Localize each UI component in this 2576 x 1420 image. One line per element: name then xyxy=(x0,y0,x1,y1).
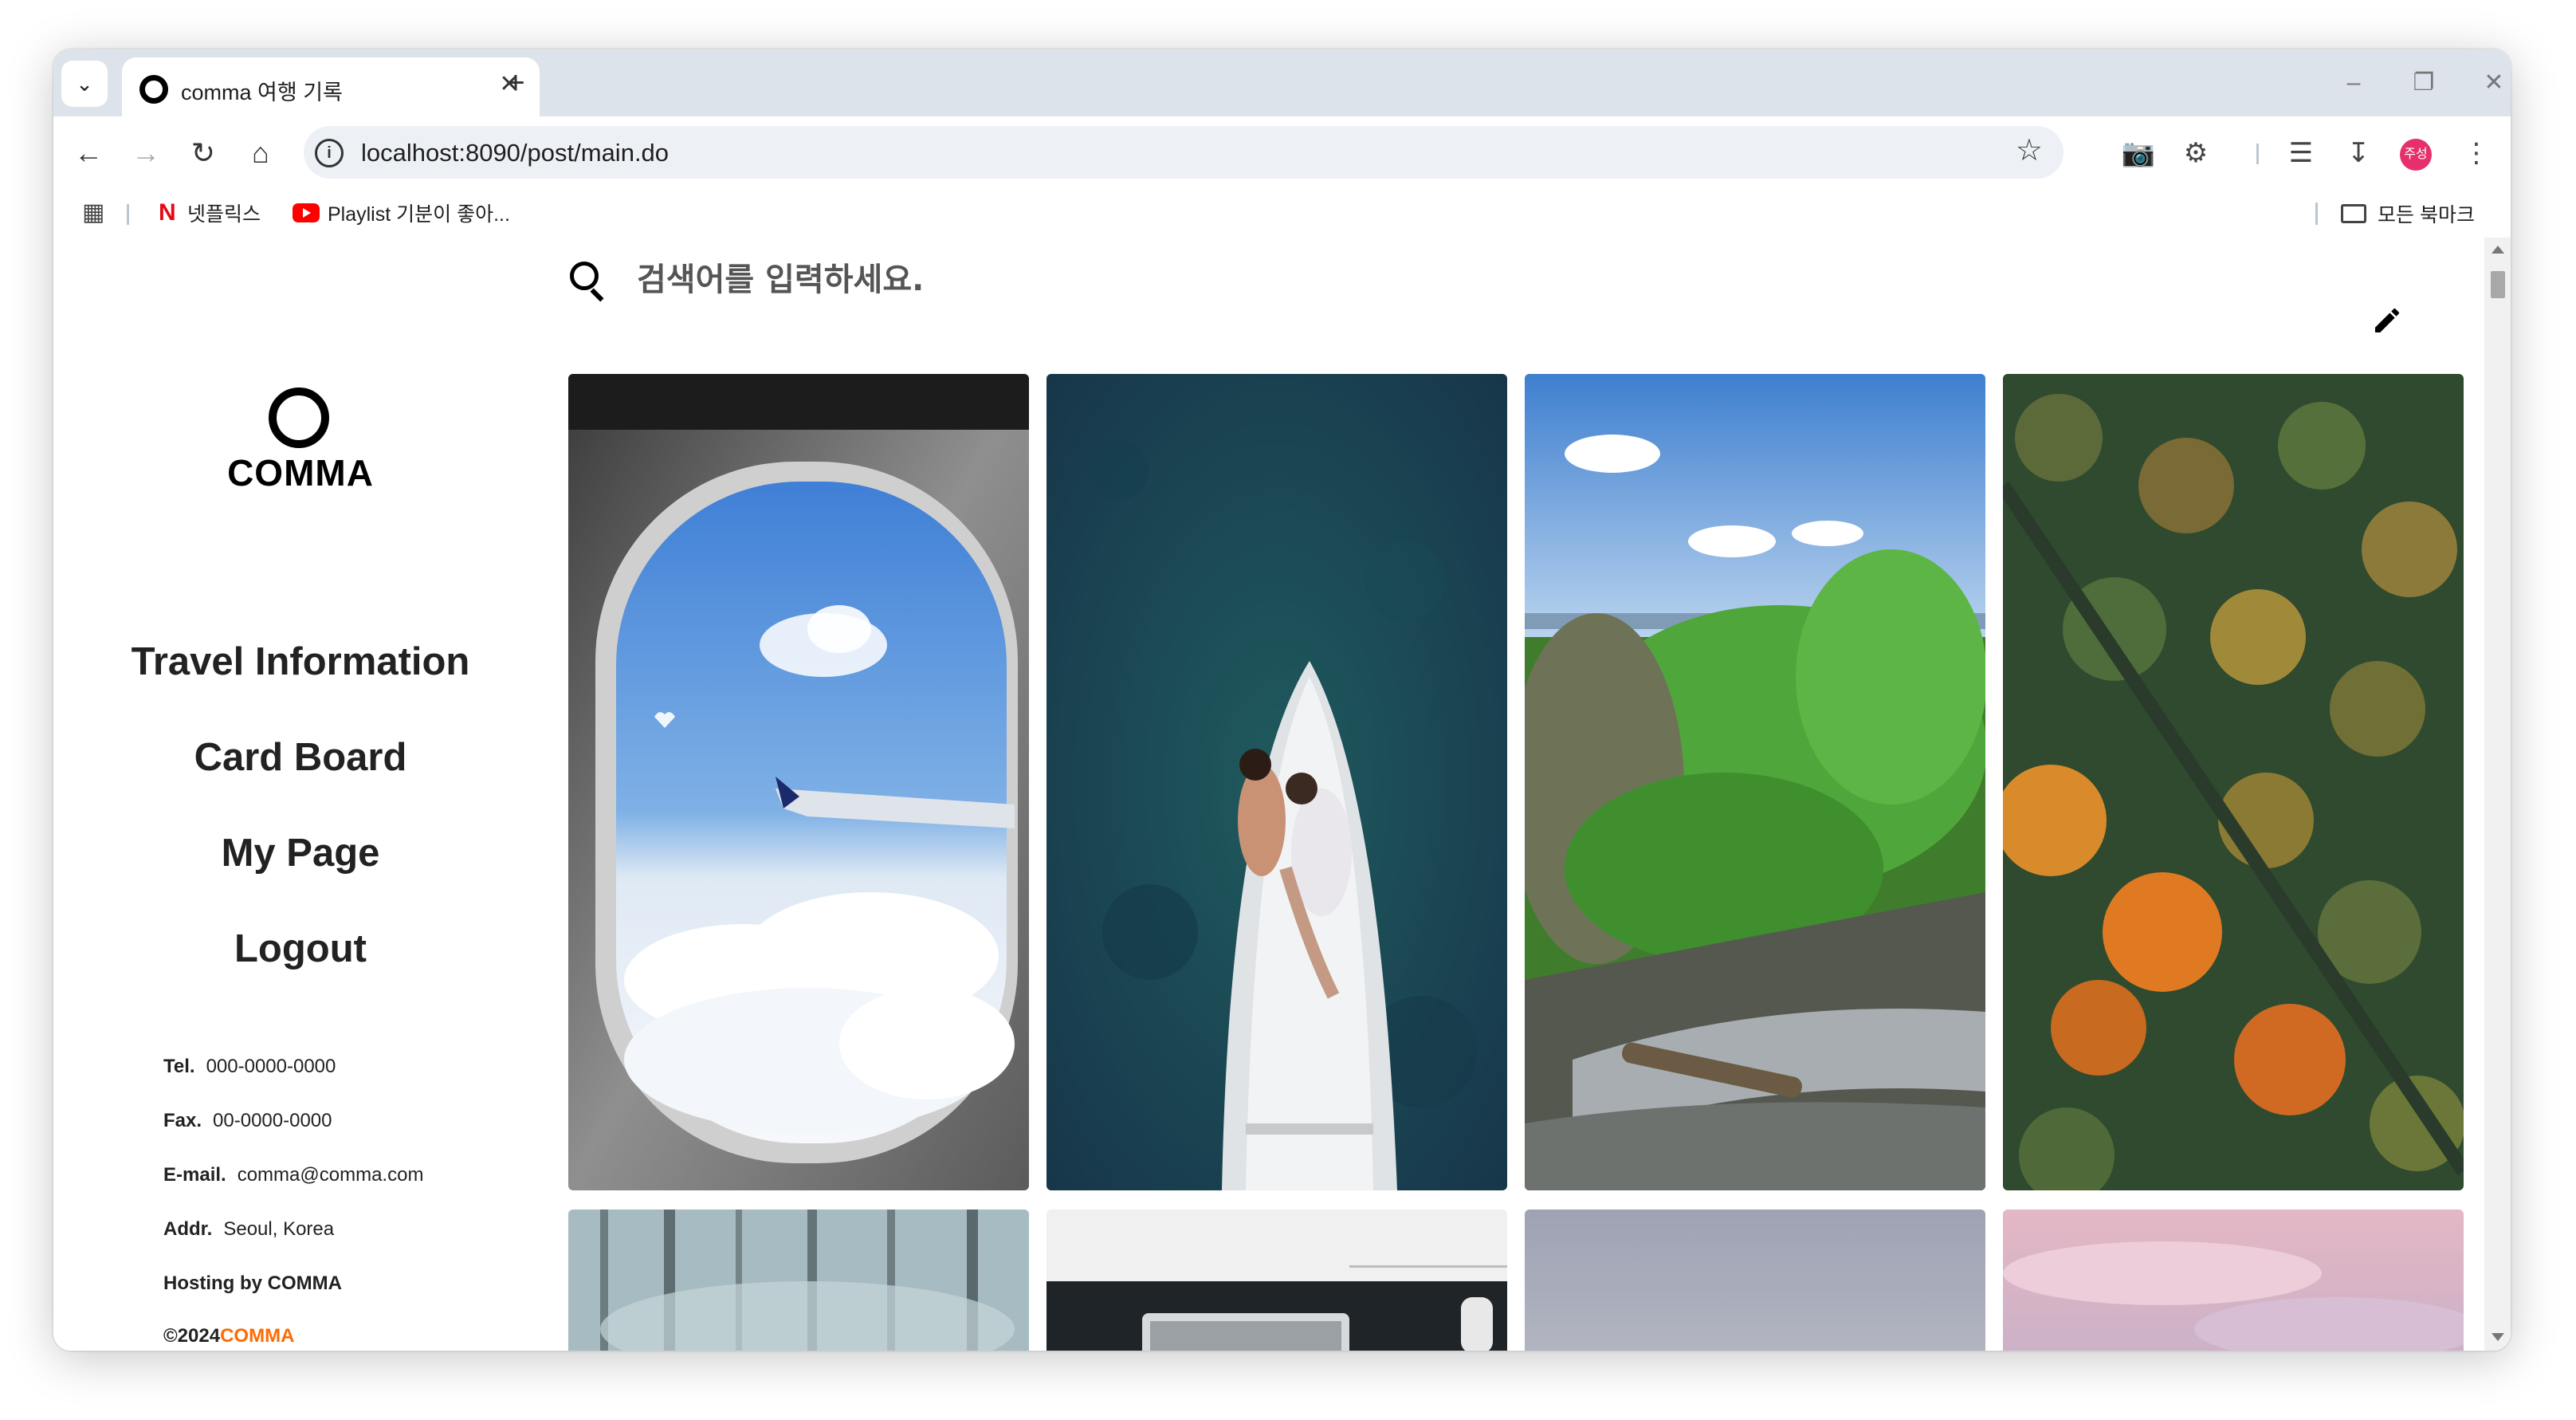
copyright-brand: COMMA xyxy=(220,1325,295,1347)
misty-forest-photo xyxy=(568,1210,1029,1351)
active-tab[interactable]: comma 여행 기록 ✕ xyxy=(122,57,540,116)
contact-value: comma@comma.com xyxy=(237,1164,424,1186)
contact-fax: Fax. 00-0000-0000 xyxy=(163,1110,332,1132)
browser-toolbar: ← → ↻ ⌂ i localhost:8090/post/main.do ☆ … xyxy=(53,116,2511,188)
hosting-credit: Hosting by COMMA xyxy=(163,1272,353,1295)
card-pink-clouds[interactable] xyxy=(2003,1210,2464,1351)
contact-tel: Tel. 000-0000-0000 xyxy=(163,1056,336,1078)
bookmark-label: Playlist 기분이 좋아... xyxy=(328,203,510,226)
extensions-puzzle-icon[interactable]: ⚙ xyxy=(2175,132,2217,174)
bookmarks-divider xyxy=(2315,203,2318,225)
nav-travel-information[interactable]: Travel Information xyxy=(53,639,548,684)
youtube-icon xyxy=(293,203,320,222)
profile-avatar[interactable]: 주성 xyxy=(2400,139,2432,171)
forward-arrow-icon[interactable]: → xyxy=(125,132,167,174)
card-airplane-window[interactable] xyxy=(568,374,1029,1190)
couple-on-boat-photo xyxy=(1046,374,1507,1190)
back-arrow-icon[interactable]: ← xyxy=(68,132,109,174)
contact-value: 000-0000-0000 xyxy=(206,1056,336,1077)
web-page: COMMA Travel Information Card Board My P… xyxy=(53,238,2483,1351)
card-forest-waterfall[interactable] xyxy=(1525,374,1985,1190)
download-icon[interactable]: ↧ xyxy=(2338,132,2379,174)
contact-value: 00-0000-0000 xyxy=(213,1110,332,1131)
new-tab-plus-icon[interactable]: + xyxy=(497,64,535,102)
nav-logout[interactable]: Logout xyxy=(53,926,548,971)
contact-key: Tel. xyxy=(163,1056,195,1077)
close-window-icon[interactable]: ✕ xyxy=(2470,62,2511,104)
all-bookmarks-folder[interactable]: 모든 북마크 xyxy=(2341,199,2475,228)
bookmark-youtube-playlist[interactable]: Playlist 기분이 좋아... xyxy=(293,199,510,226)
netflix-icon: N xyxy=(159,199,176,226)
restore-window-icon[interactable]: ❐ xyxy=(2400,62,2448,104)
all-bookmarks-label: 모든 북마크 xyxy=(2378,204,2475,226)
sidebar: COMMA Travel Information Card Board My P… xyxy=(53,238,548,1351)
autumn-forest-aerial-photo xyxy=(2003,374,2464,1190)
scroll-up-icon[interactable] xyxy=(2492,246,2504,254)
search-bar xyxy=(564,255,2429,311)
tab-search-chevron-icon[interactable]: ⌄ xyxy=(61,61,108,107)
keyboard-desk-photo xyxy=(1046,1210,1507,1351)
page-scrollbar[interactable] xyxy=(2484,238,2511,1351)
media-playlist-icon[interactable]: ☰ xyxy=(2280,132,2322,174)
hosting-label: Hosting by COMMA xyxy=(163,1272,342,1294)
grey-sky-photo xyxy=(1525,1210,1985,1351)
contact-key: E-mail. xyxy=(163,1164,226,1186)
scrollbar-thumb[interactable] xyxy=(2491,271,2505,298)
folder-icon xyxy=(2341,204,2366,223)
card-grid xyxy=(568,374,2470,1351)
contact-key: Fax. xyxy=(163,1110,202,1131)
tab-strip: ⌄ comma 여행 기록 ✕ + – ❐ ✕ xyxy=(53,49,2511,116)
nav-card-board[interactable]: Card Board xyxy=(53,735,548,780)
site-info-icon[interactable]: i xyxy=(315,139,344,167)
scroll-down-icon[interactable] xyxy=(2492,1333,2504,1341)
card-couple-on-boat[interactable] xyxy=(1046,374,1507,1190)
screenshot-camera-icon[interactable]: 📷 xyxy=(2118,132,2159,174)
search-input[interactable] xyxy=(635,255,1834,305)
browser-menu-icon[interactable]: ⋮ xyxy=(2456,132,2497,174)
bookmarks-divider xyxy=(127,204,129,225)
address-bar[interactable]: i localhost:8090/post/main.do ☆ xyxy=(304,126,2064,179)
reload-icon[interactable]: ↻ xyxy=(183,132,224,174)
nav-my-page[interactable]: My Page xyxy=(53,831,548,875)
url-text[interactable]: localhost:8090/post/main.do xyxy=(361,139,669,167)
bookmark-netflix[interactable]: N 넷플릭스 xyxy=(159,199,261,226)
contact-value: Seoul, Korea xyxy=(223,1218,335,1240)
tab-title: comma 여행 기록 xyxy=(181,81,343,104)
logo-text[interactable]: COMMA xyxy=(53,451,548,494)
comma-logo-icon[interactable] xyxy=(269,387,329,448)
bookmark-star-icon[interactable]: ☆ xyxy=(2016,132,2043,168)
browser-window: ⌄ comma 여행 기록 ✕ + – ❐ ✕ ← → ↻ ⌂ i localh… xyxy=(53,49,2511,1351)
bookmark-label: 넷플릭스 xyxy=(187,203,261,226)
toolbar-divider xyxy=(2256,144,2259,164)
forest-waterfall-photo xyxy=(1525,374,1985,1190)
card-keyboard-desk[interactable] xyxy=(1046,1210,1507,1351)
contact-email: E-mail. comma@comma.com xyxy=(163,1164,423,1186)
airplane-window-photo xyxy=(568,374,1029,1190)
copyright-year: ©2024 xyxy=(163,1325,221,1347)
write-post-pencil-icon[interactable] xyxy=(2371,305,2403,336)
search-icon[interactable] xyxy=(570,262,599,290)
minimize-window-icon[interactable]: – xyxy=(2330,62,2378,104)
comma-favicon-icon xyxy=(139,75,168,104)
copyright: ©2024COMMA xyxy=(163,1325,294,1347)
card-grey-sky[interactable] xyxy=(1525,1210,1985,1351)
apps-grid-icon[interactable]: ▦ xyxy=(82,201,106,225)
card-misty-forest[interactable] xyxy=(568,1210,1029,1351)
pink-clouds-photo xyxy=(2003,1210,2464,1351)
contact-address: Addr. Seoul, Korea xyxy=(163,1218,334,1241)
contact-key: Addr. xyxy=(163,1218,213,1240)
bookmarks-bar: ▦ N 넷플릭스 Playlist 기분이 좋아... 모든 북마크 xyxy=(53,188,2511,238)
card-autumn-forest[interactable] xyxy=(2003,374,2464,1190)
home-icon[interactable]: ⌂ xyxy=(240,132,281,174)
